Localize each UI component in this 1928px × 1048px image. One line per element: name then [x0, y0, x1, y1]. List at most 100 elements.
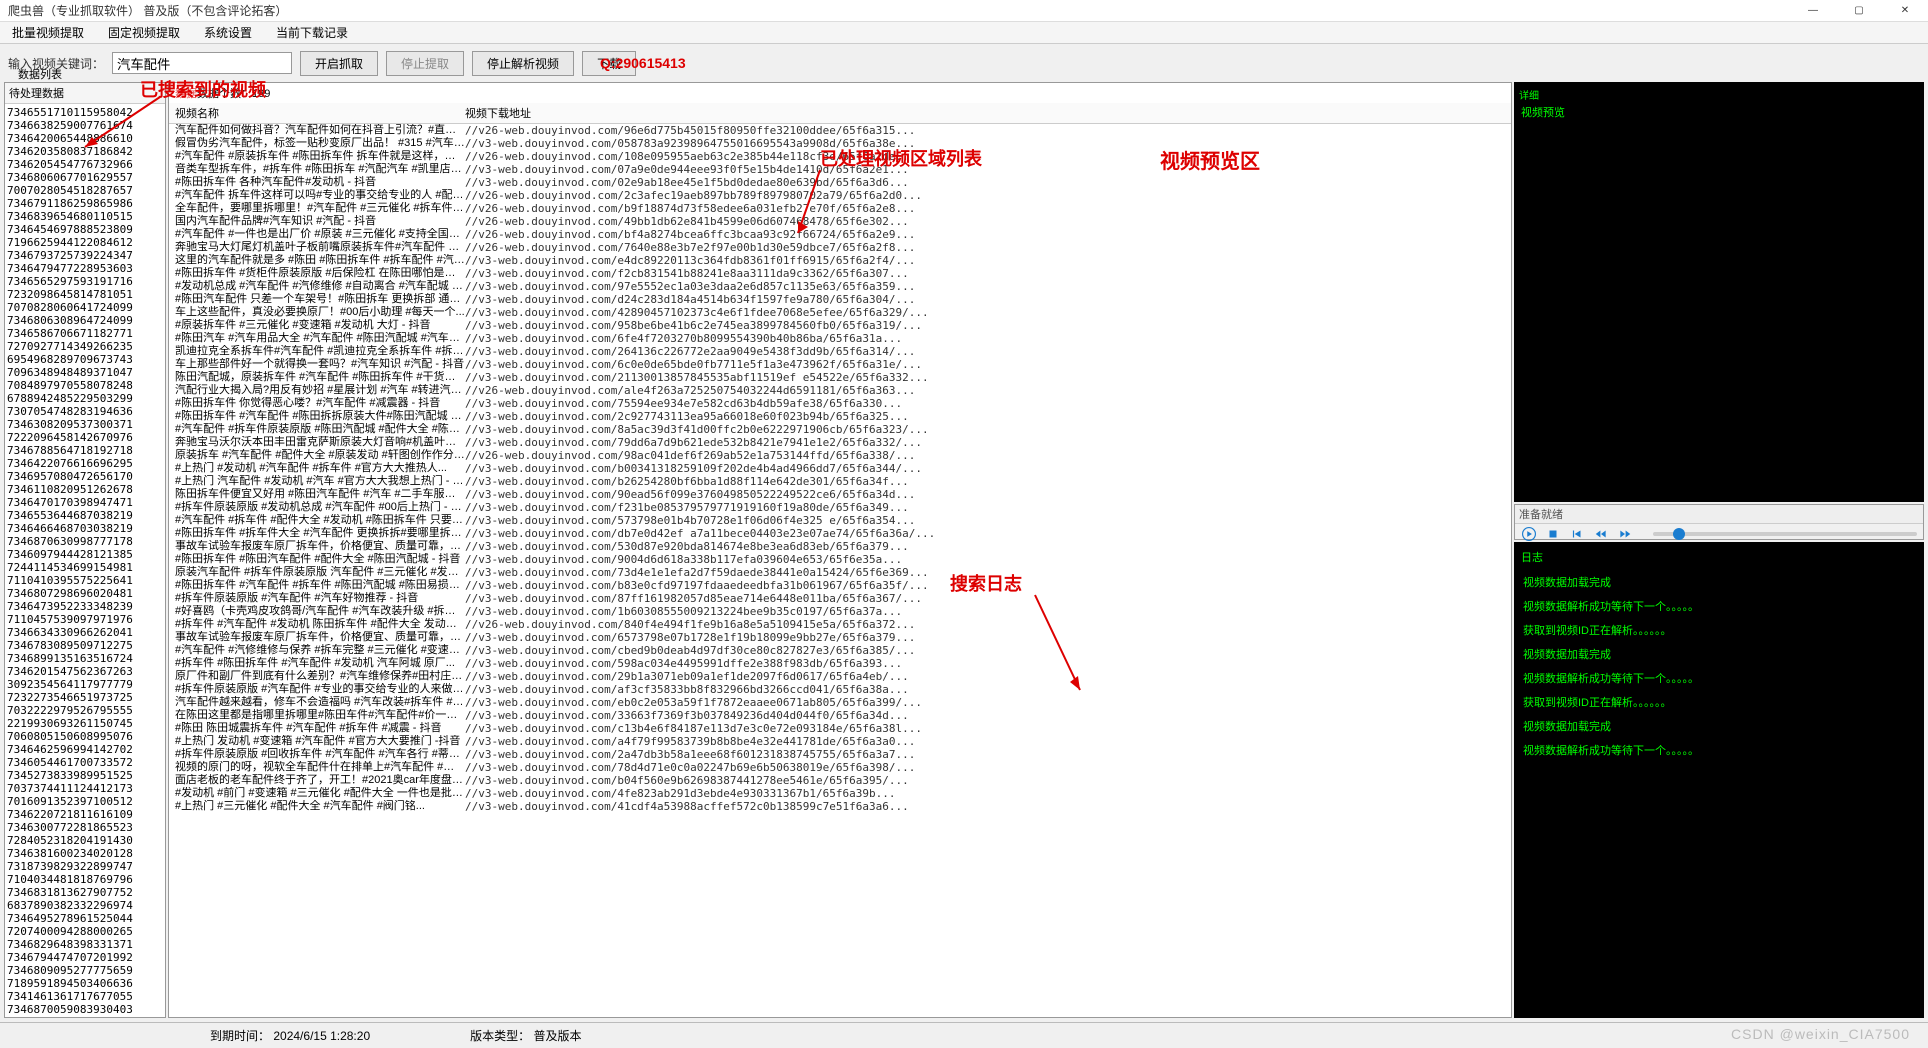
menu-settings[interactable]: 系统设置 [196, 22, 260, 43]
table-row[interactable]: #拆车件 #汽车配件 #发动机 陈田拆车件 #配件大全 发动机...//v26-… [169, 618, 1511, 631]
fastfwd-icon[interactable] [1617, 526, 1633, 542]
id-item[interactable]: 7346420065448886610 [7, 132, 163, 145]
id-item[interactable]: 6837890382332296974 [7, 899, 163, 912]
id-item[interactable]: 7346054461700733572 [7, 756, 163, 769]
id-item[interactable]: 3092354564117977779 [7, 678, 163, 691]
table-row[interactable]: 汽车配件越来越看，修车不会造福吗 #汽车改装#拆车件 #汽车配...//v3-w… [169, 696, 1511, 709]
id-item[interactable]: 7110457539097971976 [7, 613, 163, 626]
id-item[interactable]: 7346870630998777178 [7, 535, 163, 548]
id-item[interactable]: 7346220721811616109 [7, 808, 163, 821]
table-row[interactable]: #陈田拆车件 各种汽车配件#发动机 - 抖音//v3-web.douyinvod… [169, 176, 1511, 189]
table-row[interactable]: 原厂件和副厂件到底有什么差别？#汽车维修保养#田村庄汽车件...//v3-web… [169, 670, 1511, 683]
table-row[interactable]: #拆车件原装原版 #汽车配件 #汽车好物推荐 - 抖音//v3-web.douy… [169, 592, 1511, 605]
id-item[interactable]: 7007288799593908483 [7, 1016, 163, 1017]
id-item[interactable]: 7084897970558078248 [7, 379, 163, 392]
table-row[interactable]: #陈田拆车件 #拆车件大全 #汽车配件 更换拆拆#要哪里拆哪里！//v3-web… [169, 527, 1511, 540]
stop-icon[interactable] [1545, 526, 1561, 542]
id-item[interactable]: 7346381600234020128 [7, 847, 163, 860]
id-item[interactable]: 7341461361717677055 [7, 990, 163, 1003]
table-row[interactable]: 陈田拆车件便宜又好用 #陈田汽车配件 #汽车 #二手车服运工...//v3-we… [169, 488, 1511, 501]
table-row[interactable]: #上热门 汽车配件 #发动机 #汽车 #官方大大我想上热门 - 抖音//v3-w… [169, 475, 1511, 488]
id-item[interactable]: 7232098645814781051 [7, 288, 163, 301]
id-item[interactable]: 7346791186259865986 [7, 197, 163, 210]
table-row[interactable]: 国内汽车配件品牌#汽车知识 #汽配 - 抖音//v26-web.douyinvo… [169, 215, 1511, 228]
id-item[interactable]: 7346551710115958042 [7, 106, 163, 119]
id-list[interactable]: 7346551710115958042734663825900776167473… [5, 104, 165, 1017]
col-video-name[interactable]: 视频名称 [175, 105, 465, 121]
id-item[interactable]: 7244114534699154981 [7, 561, 163, 574]
id-item[interactable]: 7346638259007761674 [7, 119, 163, 132]
table-row[interactable]: 全车配件，要哪里拆哪里！#汽车配件 #三元催化 #拆车件 #发动...//v26… [169, 202, 1511, 215]
id-item[interactable]: 7104034481818769796 [7, 873, 163, 886]
id-item[interactable]: 7346783089509712275 [7, 639, 163, 652]
id-item[interactable]: 7284052318204191430 [7, 834, 163, 847]
id-item[interactable]: 7346203580837186842 [7, 145, 163, 158]
table-row[interactable]: #拆车件 #陈田拆车件 #汽车配件 #发动机 汽车阿城 原厂...//v3-we… [169, 657, 1511, 670]
id-item[interactable]: 7016091352397100512 [7, 795, 163, 808]
id-item[interactable]: 7346634330966262041 [7, 626, 163, 639]
table-row[interactable]: 汽车配件如何做抖音？汽车配件如何在抖音上引流？#直播运营 #...//v26-w… [169, 124, 1511, 137]
table-row[interactable]: #发动机 #前门 #变速箱 #三元催化 #配件大全 一件也是批发价...//v3… [169, 787, 1511, 800]
table-row[interactable]: #拆车件原装原版 #汽车配件 #专业的事交给专业的人来做#更靠...//v3-w… [169, 683, 1511, 696]
table-row[interactable]: 面店老板的老车配件终于齐了，开工！#2021奥car年度盘典 #转...//v3… [169, 774, 1511, 787]
id-item[interactable]: 7346466468703038219 [7, 522, 163, 535]
table-row[interactable]: #上热门 发动机 #变速箱 #汽车配件 #官方大大要推门 -抖音//v3-web… [169, 735, 1511, 748]
id-item[interactable]: 7346300772281865523 [7, 821, 163, 834]
id-item[interactable]: 7346793725739224347 [7, 249, 163, 262]
id-item[interactable]: 7346899135163516724 [7, 652, 163, 665]
id-item[interactable]: 7346097944428121385 [7, 548, 163, 561]
table-row[interactable]: #陈田拆车件 #陈田汽车配件 #配件大全 #陈田汽配城 - 抖音//v3-web… [169, 553, 1511, 566]
table-row[interactable]: #陈田拆车件 你觉得恶心喽？#汽车配件 #减震器 - 抖音//v3-web.do… [169, 397, 1511, 410]
id-item[interactable]: 2219930693261150745 [7, 717, 163, 730]
id-item[interactable]: 7346470170398947471 [7, 496, 163, 509]
table-row[interactable]: #汽车配件 #一件也是出厂价 #原装 #三元催化 #支持全国各地...//v26… [169, 228, 1511, 241]
table-row[interactable]: #汽车配件 #原装拆车件 #陈田拆车件 拆车件就是这样，不管是...//v26-… [169, 150, 1511, 163]
id-item[interactable]: 7346807298696020481 [7, 587, 163, 600]
table-row[interactable]: 原装拆车 #汽车配件 #配件大全 #原装发动 #轩图创作作分中心...//v26… [169, 449, 1511, 462]
id-item[interactable]: 7070828060641724099 [7, 301, 163, 314]
table-row[interactable]: 假冒伪劣汽车配件，标签一贴秒变原厂出品！ #315 #汽车配件 -...//v3… [169, 137, 1511, 150]
table-row[interactable]: 视频的原门的呀，视软全车配件什在排单上#汽车配件 #汽车配件 #...//v3-… [169, 761, 1511, 774]
table-row[interactable]: #陈田汽车 #汽车用品大全 #汽车配件 #陈田汽配城 #汽车知识...//v3-… [169, 332, 1511, 345]
id-item[interactable]: 7346565297593191716 [7, 275, 163, 288]
id-item[interactable]: 7345273833989951525 [7, 769, 163, 782]
id-item[interactable]: 7232273546651973725 [7, 691, 163, 704]
id-item[interactable]: 7189591894503406636 [7, 977, 163, 990]
table-row[interactable]: #陈田汽车配件 只差一个车架号！#陈田拆车 更换拆部 通通拆拆...//v3-w… [169, 293, 1511, 306]
id-item[interactable]: 7346806308964724099 [7, 314, 163, 327]
table-row[interactable]: #上热门 #发动机 #汽车配件 #拆车件 #官方大大推热人...//v3-web… [169, 462, 1511, 475]
rewind-icon[interactable] [1593, 526, 1609, 542]
table-row[interactable]: #好喜鸥（卡壳鸡皮攻鸽哥/汽车配件 #汽车改装升级 #拆车件...//v3-we… [169, 605, 1511, 618]
table-row[interactable]: #陈田拆车件 #汽车配件 #陈田拆拆原装大件#陈田汽配城 - 抖音//v3-we… [169, 410, 1511, 423]
id-item[interactable]: 7346495278961525044 [7, 912, 163, 925]
menu-fixed-extract[interactable]: 固定视频提取 [100, 22, 188, 43]
prev-icon[interactable] [1569, 526, 1585, 542]
id-item[interactable]: 7346794474707201992 [7, 951, 163, 964]
table-row[interactable]: 这里的汽车配件就是多 #陈田 #陈田拆车件 #拆车配件 #汽配...//v3-w… [169, 254, 1511, 267]
id-item[interactable]: 6788942485229503299 [7, 392, 163, 405]
id-item[interactable]: 7346806067701629557 [7, 171, 163, 184]
table-row[interactable]: #上热门 #三元催化 #配件大全 #汽车配件 #阀门铭...//v3-web.d… [169, 800, 1511, 813]
id-item[interactable]: 7346422076616696295 [7, 457, 163, 470]
id-item[interactable]: 7346553644687038219 [7, 509, 163, 522]
id-item[interactable]: 7346462596994142702 [7, 743, 163, 756]
table-row[interactable]: #汽车配件 #汽修维修与保养 #拆车完整 #三元催化 #变速箱...//v3-w… [169, 644, 1511, 657]
table-row[interactable]: #陈田拆车件 #货柜件原装原版 #后保险杠 在陈田哪怕是一根线...//v3-w… [169, 267, 1511, 280]
table-row[interactable]: 在陈田这里都是指哪里拆哪里#陈田车件#汽车配件#价一条线...//v3-web.… [169, 709, 1511, 722]
id-item[interactable]: 7307054748283194636 [7, 405, 163, 418]
id-item[interactable]: 7270927714349266235 [7, 340, 163, 353]
id-item[interactable]: 7007028054518287657 [7, 184, 163, 197]
table-row[interactable]: 凯迪拉克全系拆车件#汽车配件 #凯迪拉克全系拆车件 #拆车件 #...//v3-… [169, 345, 1511, 358]
table-row[interactable]: #拆车件原装原版 #回收拆车件 #汽车配件 #汽车各行 #蒂蒂...//v3-w… [169, 748, 1511, 761]
table-row[interactable]: 音类车型拆车件，#拆车件 #陈田拆车 #汽配汽车 #凯里店大全#...//v3-… [169, 163, 1511, 176]
stop-extract-button[interactable]: 停止提取 [386, 51, 464, 76]
id-item[interactable]: 7346957080472656170 [7, 470, 163, 483]
col-download-url[interactable]: 视频下载地址 [465, 105, 1505, 121]
id-item[interactable]: 7346110820951262678 [7, 483, 163, 496]
stop-parse-button[interactable]: 停止解析视频 [472, 51, 574, 76]
id-item[interactable]: 7346205454776732966 [7, 158, 163, 171]
table-row[interactable]: #陈田 陈田城震拆车件 #汽车配件 #拆车件 #减震 - 抖音//v3-web.… [169, 722, 1511, 735]
table-row[interactable]: #拆车件原装原版 #发动机总成 #汽车配件 #00后上热门 - 抖音//v3-w… [169, 501, 1511, 514]
id-item[interactable]: 7346831813627907752 [7, 886, 163, 899]
id-item[interactable]: 7346870059083930403 [7, 1003, 163, 1016]
